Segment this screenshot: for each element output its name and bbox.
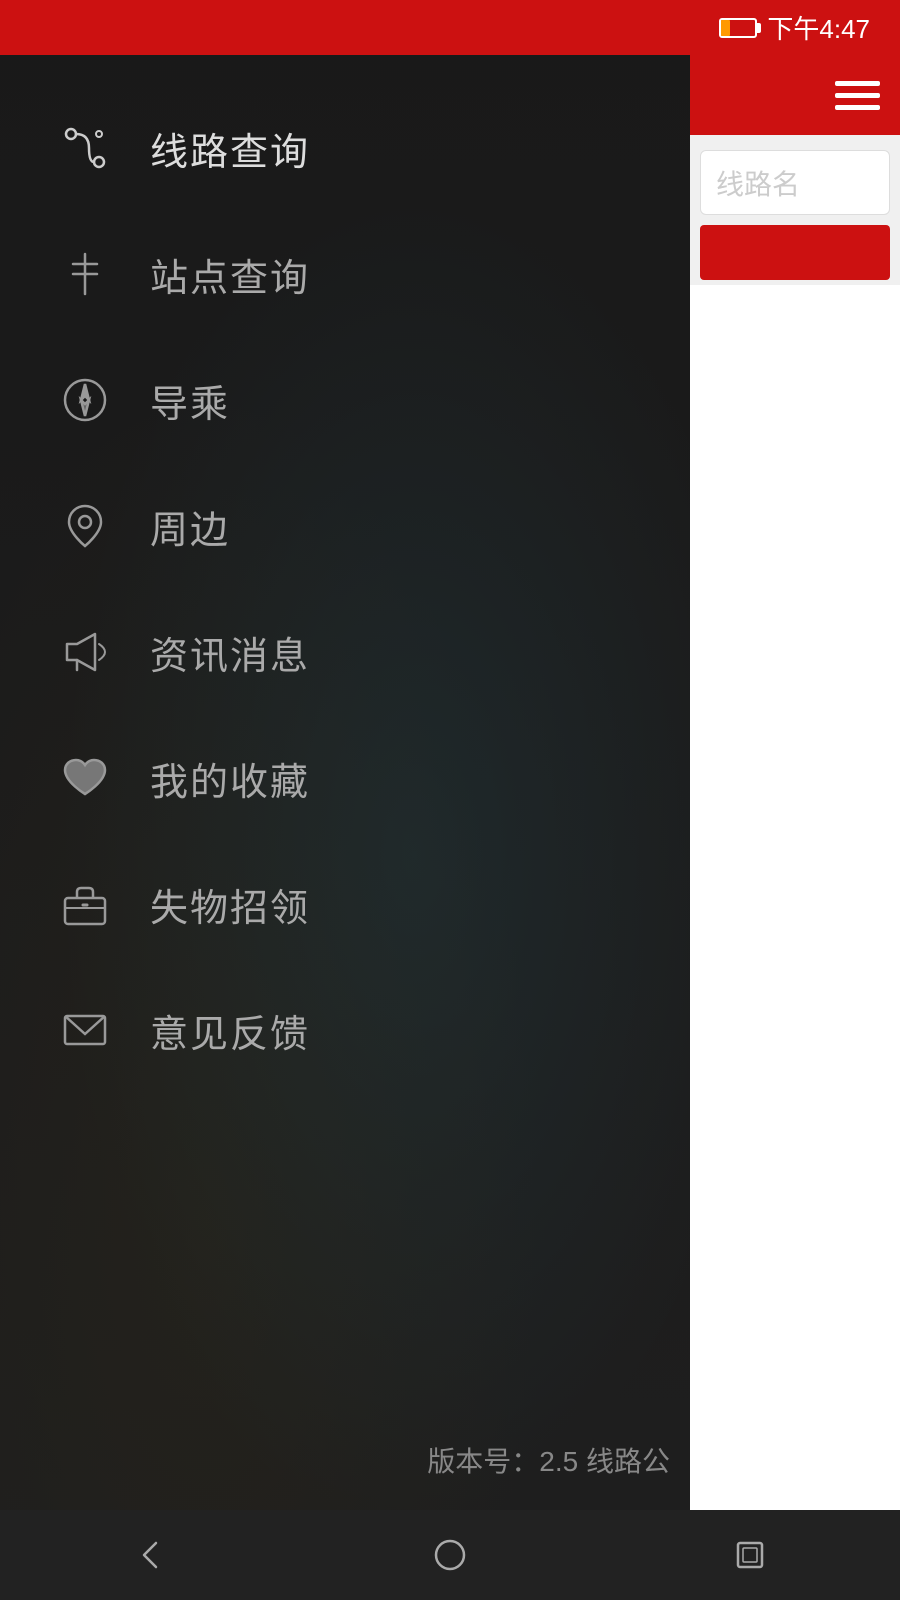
stop-icon: [50, 239, 120, 309]
mail-icon: [50, 995, 120, 1065]
battery-icon: [719, 18, 757, 38]
right-panel: 线路名: [690, 55, 900, 1510]
search-area[interactable]: 线路名: [700, 150, 890, 215]
version-label: 版本号：2.5 线路公: [427, 1440, 670, 1480]
sidebar-item-label-navigation: 导乘: [150, 373, 230, 428]
back-button[interactable]: [110, 1515, 190, 1595]
navigation-bar: [0, 1510, 900, 1600]
sidebar-item-route-query[interactable]: 线路查询: [0, 85, 690, 211]
sidebar-item-lost-found[interactable]: 失物招领: [0, 841, 690, 967]
sidebar-content: 线路查询 站点查询: [0, 55, 690, 1093]
sidebar-item-label-route-query: 线路查询: [150, 121, 310, 176]
megaphone-icon: [50, 617, 120, 687]
sidebar-item-label-lost-found: 失物招领: [150, 877, 310, 932]
sidebar-item-label-nearby: 周边: [150, 499, 230, 554]
status-bar: 下午4:47: [0, 0, 900, 55]
sidebar-item-nearby[interactable]: 周边: [0, 463, 690, 589]
status-time: 下午4:47: [767, 9, 870, 46]
sidebar-drawer: 线路查询 站点查询: [0, 55, 690, 1510]
sidebar-item-news[interactable]: 资讯消息: [0, 589, 690, 715]
heart-icon: [50, 743, 120, 813]
route-icon: [50, 113, 120, 183]
compass-icon: [50, 365, 120, 435]
sidebar-item-favorites[interactable]: 我的收藏: [0, 715, 690, 841]
main-layout: 线路查询 站点查询: [0, 55, 900, 1510]
hamburger-button[interactable]: [835, 81, 880, 110]
sidebar-item-label-news: 资讯消息: [150, 625, 310, 680]
search-placeholder: 线路名: [716, 163, 800, 203]
sidebar-item-label-feedback: 意见反馈: [150, 1003, 310, 1058]
content-area: [690, 285, 900, 1510]
home-button[interactable]: [410, 1515, 490, 1595]
location-icon: [50, 491, 120, 561]
sidebar-item-navigation[interactable]: 导乘: [0, 337, 690, 463]
sidebar-item-label-favorites: 我的收藏: [150, 751, 310, 806]
sidebar-item-feedback[interactable]: 意见反馈: [0, 967, 690, 1093]
sidebar-item-label-stop-query: 站点查询: [150, 247, 310, 302]
right-header: [690, 55, 900, 135]
search-button[interactable]: [700, 225, 890, 280]
sidebar-item-stop-query[interactable]: 站点查询: [0, 211, 690, 337]
recent-apps-button[interactable]: [710, 1515, 790, 1595]
briefcase-icon: [50, 869, 120, 939]
